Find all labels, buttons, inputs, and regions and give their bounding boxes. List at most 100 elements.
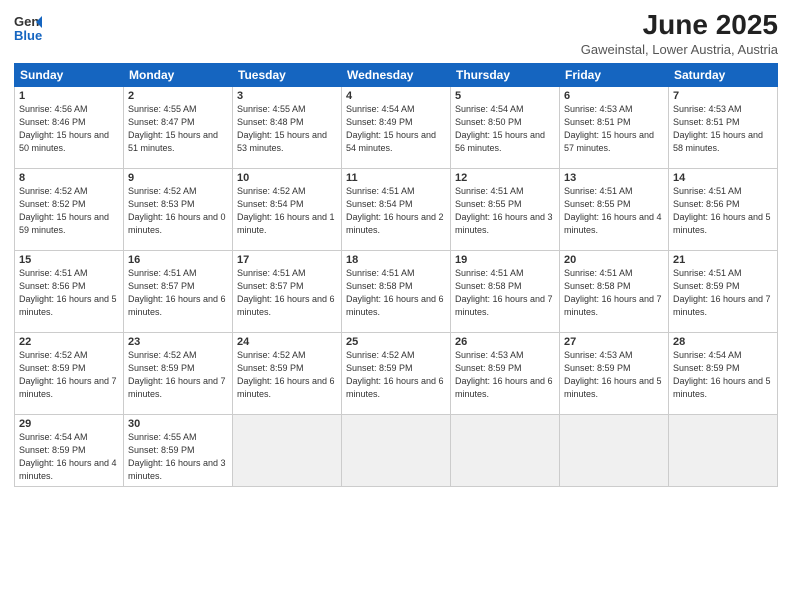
day-number: 28 <box>673 336 773 348</box>
calendar-cell <box>342 414 451 486</box>
day-number: 25 <box>346 336 446 348</box>
calendar-row: 29 Sunrise: 4:54 AMSunset: 8:59 PMDayligh… <box>15 414 778 486</box>
day-info: Sunrise: 4:52 AMSunset: 8:59 PMDaylight:… <box>237 350 335 399</box>
day-number: 12 <box>455 172 555 184</box>
day-info: Sunrise: 4:53 AMSunset: 8:59 PMDaylight:… <box>455 350 553 399</box>
day-info: Sunrise: 4:54 AMSunset: 8:59 PMDaylight:… <box>673 350 771 399</box>
day-info: Sunrise: 4:52 AMSunset: 8:54 PMDaylight:… <box>237 186 335 235</box>
calendar-cell: 17 Sunrise: 4:51 AMSunset: 8:57 PMDayligh… <box>233 250 342 332</box>
day-info: Sunrise: 4:52 AMSunset: 8:59 PMDaylight:… <box>346 350 444 399</box>
day-info: Sunrise: 4:51 AMSunset: 8:58 PMDaylight:… <box>564 268 662 317</box>
calendar-cell: 9 Sunrise: 4:52 AMSunset: 8:53 PMDaylight… <box>124 168 233 250</box>
calendar-cell: 3Sunrise: 4:55 AMSunset: 8:48 PMDaylight… <box>233 86 342 168</box>
day-number: 17 <box>237 254 337 266</box>
month-title: June 2025 <box>581 10 778 41</box>
day-info: Sunrise: 4:54 AMSunset: 8:49 PMDaylight:… <box>346 104 436 153</box>
day-number: 23 <box>128 336 228 348</box>
calendar-cell: 26 Sunrise: 4:53 AMSunset: 8:59 PMDayligh… <box>451 332 560 414</box>
day-number: 1 <box>19 90 119 102</box>
day-number: 18 <box>346 254 446 266</box>
calendar-cell: 12Sunrise: 4:51 AMSunset: 8:55 PMDayligh… <box>451 168 560 250</box>
calendar-cell: 13 Sunrise: 4:51 AMSunset: 8:55 PMDayligh… <box>560 168 669 250</box>
day-number: 21 <box>673 254 773 266</box>
calendar-header-cell: Tuesday <box>233 63 342 86</box>
day-number: 19 <box>455 254 555 266</box>
day-info: Sunrise: 4:53 AMSunset: 8:59 PMDaylight:… <box>564 350 662 399</box>
calendar-cell: 2 Sunrise: 4:55 AMSunset: 8:47 PMDaylight… <box>124 86 233 168</box>
day-number: 8 <box>19 172 119 184</box>
calendar-cell <box>560 414 669 486</box>
day-number: 5 <box>455 90 555 102</box>
subtitle: Gaweinstal, Lower Austria, Austria <box>581 42 778 57</box>
calendar-cell: 23Sunrise: 4:52 AMSunset: 8:59 PMDayligh… <box>124 332 233 414</box>
day-info: Sunrise: 4:51 AMSunset: 8:55 PMDaylight:… <box>564 186 662 235</box>
calendar-cell: 1 Sunrise: 4:56 AMSunset: 8:46 PMDaylight… <box>15 86 124 168</box>
header: General Blue June 2025 Gaweinstal, Lower… <box>14 10 778 57</box>
day-number: 29 <box>19 418 119 430</box>
calendar-cell: 29 Sunrise: 4:54 AMSunset: 8:59 PMDayligh… <box>15 414 124 486</box>
calendar-row: 15Sunrise: 4:51 AMSunset: 8:56 PMDayligh… <box>15 250 778 332</box>
logo-icon: General Blue <box>14 10 42 46</box>
calendar-cell: 11Sunrise: 4:51 AMSunset: 8:54 PMDayligh… <box>342 168 451 250</box>
day-info: Sunrise: 4:54 AMSunset: 8:59 PMDaylight:… <box>19 432 117 481</box>
calendar-row: 1 Sunrise: 4:56 AMSunset: 8:46 PMDaylight… <box>15 86 778 168</box>
day-number: 27 <box>564 336 664 348</box>
day-info: Sunrise: 4:51 AMSunset: 8:56 PMDaylight:… <box>673 186 771 235</box>
day-number: 13 <box>564 172 664 184</box>
calendar-cell: 7 Sunrise: 4:53 AMSunset: 8:51 PMDaylight… <box>669 86 778 168</box>
calendar-body: 1 Sunrise: 4:56 AMSunset: 8:46 PMDaylight… <box>15 86 778 486</box>
calendar-cell: 15Sunrise: 4:51 AMSunset: 8:56 PMDayligh… <box>15 250 124 332</box>
calendar-cell: 6 Sunrise: 4:53 AMSunset: 8:51 PMDaylight… <box>560 86 669 168</box>
day-number: 6 <box>564 90 664 102</box>
calendar-header-cell: Wednesday <box>342 63 451 86</box>
day-info: Sunrise: 4:54 AMSunset: 8:50 PMDaylight:… <box>455 104 545 153</box>
page: General Blue June 2025 Gaweinstal, Lower… <box>0 0 792 612</box>
calendar-cell: 28 Sunrise: 4:54 AMSunset: 8:59 PMDayligh… <box>669 332 778 414</box>
logo: General Blue <box>14 10 42 51</box>
calendar-cell: 19 Sunrise: 4:51 AMSunset: 8:58 PMDayligh… <box>451 250 560 332</box>
day-number: 9 <box>128 172 228 184</box>
day-number: 24 <box>237 336 337 348</box>
calendar-cell: 14Sunrise: 4:51 AMSunset: 8:56 PMDayligh… <box>669 168 778 250</box>
day-info: Sunrise: 4:53 AMSunset: 8:51 PMDaylight:… <box>673 104 763 153</box>
calendar-cell: 24 Sunrise: 4:52 AMSunset: 8:59 PMDayligh… <box>233 332 342 414</box>
day-number: 26 <box>455 336 555 348</box>
day-info: Sunrise: 4:51 AMSunset: 8:57 PMDaylight:… <box>128 268 226 317</box>
day-info: Sunrise: 4:51 AMSunset: 8:57 PMDaylight:… <box>237 268 335 317</box>
calendar-row: 8 Sunrise: 4:52 AMSunset: 8:52 PMDaylight… <box>15 168 778 250</box>
day-number: 3 <box>237 90 337 102</box>
calendar-cell: 21 Sunrise: 4:51 AMSunset: 8:59 PMDayligh… <box>669 250 778 332</box>
day-info: Sunrise: 4:56 AMSunset: 8:46 PMDaylight:… <box>19 104 109 153</box>
day-number: 7 <box>673 90 773 102</box>
calendar-cell: 8 Sunrise: 4:52 AMSunset: 8:52 PMDaylight… <box>15 168 124 250</box>
calendar-header-cell: Thursday <box>451 63 560 86</box>
calendar-cell: 22Sunrise: 4:52 AMSunset: 8:59 PMDayligh… <box>15 332 124 414</box>
calendar-header-cell: Monday <box>124 63 233 86</box>
calendar-header-cell: Sunday <box>15 63 124 86</box>
day-number: 30 <box>128 418 228 430</box>
calendar-header-cell: Friday <box>560 63 669 86</box>
day-info: Sunrise: 4:55 AMSunset: 8:59 PMDaylight:… <box>128 432 226 481</box>
day-info: Sunrise: 4:55 AMSunset: 8:47 PMDaylight:… <box>128 104 218 153</box>
title-block: June 2025 Gaweinstal, Lower Austria, Aus… <box>581 10 778 57</box>
calendar-cell: 30 Sunrise: 4:55 AMSunset: 8:59 PMDayligh… <box>124 414 233 486</box>
calendar-cell <box>451 414 560 486</box>
calendar-cell: 16Sunrise: 4:51 AMSunset: 8:57 PMDayligh… <box>124 250 233 332</box>
day-info: Sunrise: 4:52 AMSunset: 8:53 PMDaylight:… <box>128 186 226 235</box>
day-info: Sunrise: 4:53 AMSunset: 8:51 PMDaylight:… <box>564 104 654 153</box>
calendar: SundayMondayTuesdayWednesdayThursdayFrid… <box>14 63 778 487</box>
calendar-cell: 18 Sunrise: 4:51 AMSunset: 8:58 PMDayligh… <box>342 250 451 332</box>
calendar-header-cell: Saturday <box>669 63 778 86</box>
svg-text:Blue: Blue <box>14 28 42 43</box>
calendar-cell: 4Sunrise: 4:54 AMSunset: 8:49 PMDaylight… <box>342 86 451 168</box>
day-info: Sunrise: 4:52 AMSunset: 8:52 PMDaylight:… <box>19 186 109 235</box>
day-number: 2 <box>128 90 228 102</box>
day-number: 15 <box>19 254 119 266</box>
day-info: Sunrise: 4:51 AMSunset: 8:58 PMDaylight:… <box>455 268 553 317</box>
day-info: Sunrise: 4:51 AMSunset: 8:54 PMDaylight:… <box>346 186 444 235</box>
calendar-cell: 20Sunrise: 4:51 AMSunset: 8:58 PMDayligh… <box>560 250 669 332</box>
day-info: Sunrise: 4:51 AMSunset: 8:59 PMDaylight:… <box>673 268 771 317</box>
calendar-cell: 25 Sunrise: 4:52 AMSunset: 8:59 PMDayligh… <box>342 332 451 414</box>
day-info: Sunrise: 4:51 AMSunset: 8:58 PMDaylight:… <box>346 268 444 317</box>
day-info: Sunrise: 4:52 AMSunset: 8:59 PMDaylight:… <box>19 350 117 399</box>
